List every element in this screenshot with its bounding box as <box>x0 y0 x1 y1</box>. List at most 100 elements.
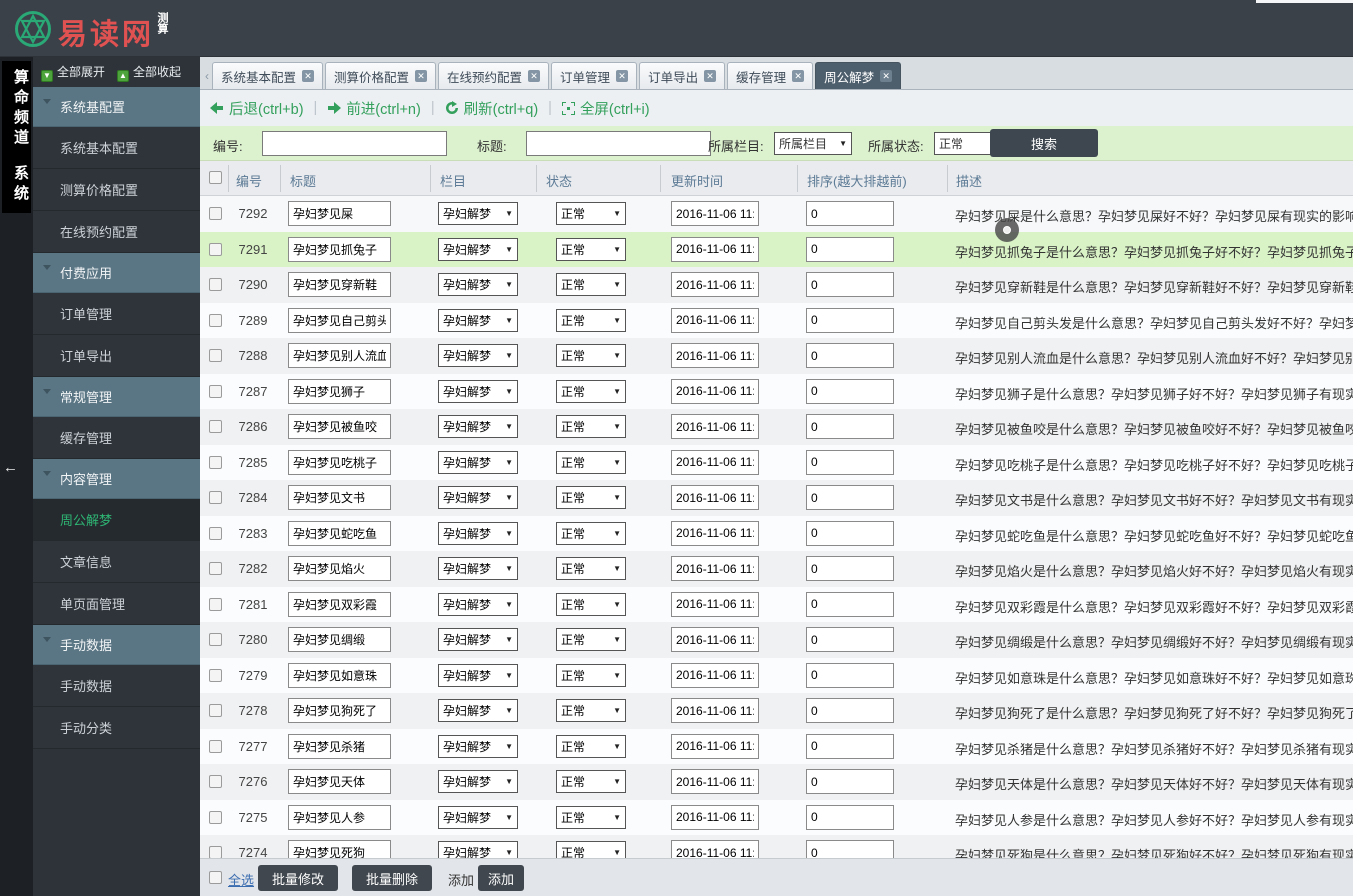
row-updated-input[interactable] <box>671 627 759 652</box>
sidebar-item-订单导出[interactable]: 订单导出 <box>33 335 200 377</box>
row-checkbox[interactable] <box>209 562 222 575</box>
tab-缓存管理[interactable]: 缓存管理 ✕ <box>727 62 814 89</box>
sidebar-group-内容管理[interactable]: 内容管理 <box>33 459 200 499</box>
row-sort-input[interactable] <box>806 769 894 794</box>
sidebar-item-手动分类[interactable]: 手动分类 <box>33 707 200 749</box>
row-status-select[interactable]: 正常 ▼ <box>556 699 626 722</box>
row-category-select[interactable]: 孕妇解梦 ▼ <box>438 486 518 509</box>
row-title-input[interactable] <box>288 840 391 858</box>
add-button[interactable]: 添加 <box>478 865 525 891</box>
select-all-checkbox[interactable] <box>209 171 222 184</box>
row-category-select[interactable]: 孕妇解梦 ▼ <box>438 308 518 332</box>
row-updated-input[interactable] <box>671 769 759 794</box>
tab-close-icon[interactable]: ✕ <box>704 70 717 82</box>
row-checkbox[interactable] <box>209 668 222 682</box>
tab-close-icon[interactable]: ✕ <box>880 70 893 82</box>
row-category-select[interactable]: 孕妇解梦 ▼ <box>438 450 518 474</box>
row-updated-input[interactable] <box>671 556 759 581</box>
sidebar-item-手动数据[interactable]: 手动数据 <box>33 665 200 707</box>
sidebar-item-订单管理[interactable]: 订单管理 <box>33 293 200 335</box>
row-updated-input[interactable] <box>671 414 759 439</box>
row-updated-input[interactable] <box>671 591 759 617</box>
row-sort-input[interactable] <box>806 485 894 510</box>
row-status-select[interactable]: 正常 ▼ <box>556 557 626 580</box>
sidebar-item-单页面管理[interactable]: 单页面管理 <box>33 583 200 625</box>
row-checkbox[interactable] <box>209 810 222 824</box>
batch-edit-button[interactable]: 批量修改 <box>258 865 339 891</box>
row-title-input[interactable] <box>288 272 391 297</box>
row-updated-input[interactable] <box>671 201 759 226</box>
row-checkbox[interactable] <box>209 242 222 256</box>
back-button[interactable]: 后退(ctrl+b) <box>210 98 304 119</box>
sidebar-collapse-arrow[interactable]: ← <box>3 459 18 476</box>
filter-id-input[interactable] <box>262 131 447 156</box>
row-updated-input[interactable] <box>671 733 759 759</box>
row-sort-input[interactable] <box>806 236 894 262</box>
row-checkbox[interactable] <box>209 313 222 327</box>
row-sort-input[interactable] <box>806 378 894 404</box>
tab-scroll-left-icon[interactable]: ‹ <box>202 62 212 89</box>
row-title-input[interactable] <box>288 236 391 262</box>
row-updated-input[interactable] <box>671 840 759 858</box>
tab-close-icon[interactable]: ✕ <box>616 70 629 82</box>
row-category-select[interactable]: 孕妇解梦 ▼ <box>438 521 518 545</box>
row-checkbox[interactable] <box>209 491 222 504</box>
select-all-link[interactable]: 全选 <box>228 870 254 889</box>
row-sort-input[interactable] <box>806 804 894 830</box>
row-checkbox[interactable] <box>209 384 222 398</box>
tab-close-icon[interactable]: ✕ <box>302 70 315 82</box>
row-category-select[interactable]: 孕妇解梦 ▼ <box>438 237 518 261</box>
row-title-input[interactable] <box>288 520 391 546</box>
tab-close-icon[interactable]: ✕ <box>528 70 541 82</box>
row-sort-input[interactable] <box>806 662 894 688</box>
sidebar-item-在线预约配置[interactable]: 在线预约配置 <box>33 211 200 253</box>
row-checkbox[interactable] <box>209 420 222 433</box>
row-sort-input[interactable] <box>806 627 894 652</box>
row-updated-input[interactable] <box>671 520 759 546</box>
row-sort-input[interactable] <box>806 556 894 581</box>
filter-title-input[interactable] <box>526 131 711 156</box>
row-title-input[interactable] <box>288 201 391 226</box>
row-category-select[interactable]: 孕妇解梦 ▼ <box>438 734 518 758</box>
sidebar-item-周公解梦[interactable]: 周公解梦 <box>33 499 200 541</box>
row-sort-input[interactable] <box>806 733 894 759</box>
row-title-input[interactable] <box>288 485 391 510</box>
row-title-input[interactable] <box>288 662 391 688</box>
row-updated-input[interactable] <box>671 804 759 830</box>
tab-close-icon[interactable]: ✕ <box>415 70 428 82</box>
row-title-input[interactable] <box>288 733 391 759</box>
row-category-select[interactable]: 孕妇解梦 ▼ <box>438 202 518 225</box>
row-status-select[interactable]: 正常 ▼ <box>556 202 626 225</box>
row-category-select[interactable]: 孕妇解梦 ▼ <box>438 379 518 403</box>
sidebar-item-文章信息[interactable]: 文章信息 <box>33 541 200 583</box>
row-category-select[interactable]: 孕妇解梦 ▼ <box>438 628 518 651</box>
tab-订单导出[interactable]: 订单导出 ✕ <box>639 62 726 89</box>
sidebar-item-缓存管理[interactable]: 缓存管理 <box>33 417 200 459</box>
row-updated-input[interactable] <box>671 343 759 368</box>
tab-在线预约配置[interactable]: 在线预约配置 ✕ <box>438 62 550 89</box>
row-status-select[interactable]: 正常 ▼ <box>556 308 626 332</box>
row-category-select[interactable]: 孕妇解梦 ▼ <box>438 770 518 793</box>
row-sort-input[interactable] <box>806 272 894 297</box>
row-status-select[interactable]: 正常 ▼ <box>556 841 626 858</box>
row-status-select[interactable]: 正常 ▼ <box>556 379 626 403</box>
row-sort-input[interactable] <box>806 343 894 368</box>
row-checkbox[interactable] <box>209 349 222 362</box>
row-category-select[interactable]: 孕妇解梦 ▼ <box>438 663 518 687</box>
row-title-input[interactable] <box>288 378 391 404</box>
row-category-select[interactable]: 孕妇解梦 ▼ <box>438 699 518 722</box>
row-status-select[interactable]: 正常 ▼ <box>556 805 626 829</box>
row-sort-input[interactable] <box>806 201 894 226</box>
row-checkbox[interactable] <box>209 704 222 717</box>
sidebar-group-付费应用[interactable]: 付费应用 <box>33 253 200 293</box>
sidebar-group-常规管理[interactable]: 常规管理 <box>33 377 200 417</box>
row-sort-input[interactable] <box>806 414 894 439</box>
row-title-input[interactable] <box>288 804 391 830</box>
row-updated-input[interactable] <box>671 236 759 262</box>
row-checkbox[interactable] <box>209 526 222 540</box>
row-title-input[interactable] <box>288 627 391 652</box>
row-title-input[interactable] <box>288 556 391 581</box>
row-status-select[interactable]: 正常 ▼ <box>556 450 626 474</box>
row-category-select[interactable]: 孕妇解梦 ▼ <box>438 273 518 296</box>
tab-周公解梦[interactable]: 周公解梦 ✕ <box>815 62 902 89</box>
